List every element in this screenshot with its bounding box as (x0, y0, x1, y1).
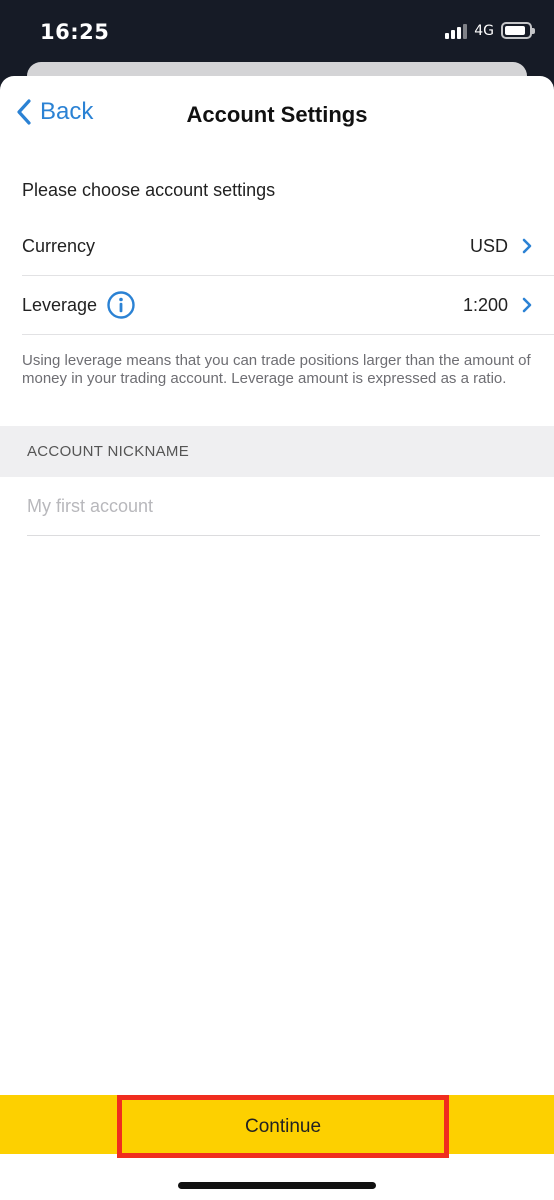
nickname-input[interactable] (27, 477, 540, 536)
nav-bar: Back Account Settings (0, 76, 554, 156)
network-label: 4G (474, 22, 494, 39)
status-icons: 4G (445, 22, 535, 39)
nickname-section-header: ACCOUNT NICKNAME (0, 426, 554, 477)
leverage-note: Using leverage means that you can trade … (22, 352, 531, 387)
chevron-right-icon (522, 238, 532, 254)
battery-icon (501, 22, 535, 39)
intro-text: Please choose account settings (22, 180, 276, 200)
leverage-value: 1:200 (462, 294, 508, 315)
continue-label: Continue (244, 1115, 322, 1137)
page-title: Account Settings (186, 102, 368, 127)
currency-value: USD (469, 235, 508, 256)
home-indicator (178, 1182, 376, 1189)
signal-icon (445, 23, 468, 39)
leverage-row[interactable]: Leverage 1:200 (22, 276, 554, 335)
continue-button[interactable]: Continue (117, 1095, 449, 1158)
chevron-right-icon (522, 297, 532, 313)
currency-label: Currency (22, 235, 96, 256)
status-time: 16:25 (40, 20, 110, 44)
info-icon[interactable] (107, 291, 135, 319)
leverage-label: Leverage (22, 294, 98, 315)
currency-row[interactable]: Currency USD (22, 217, 554, 276)
account-settings-sheet: Back Account Settings Please choose acco… (0, 76, 554, 1200)
status-bar: 16:25 4G (0, 0, 554, 70)
